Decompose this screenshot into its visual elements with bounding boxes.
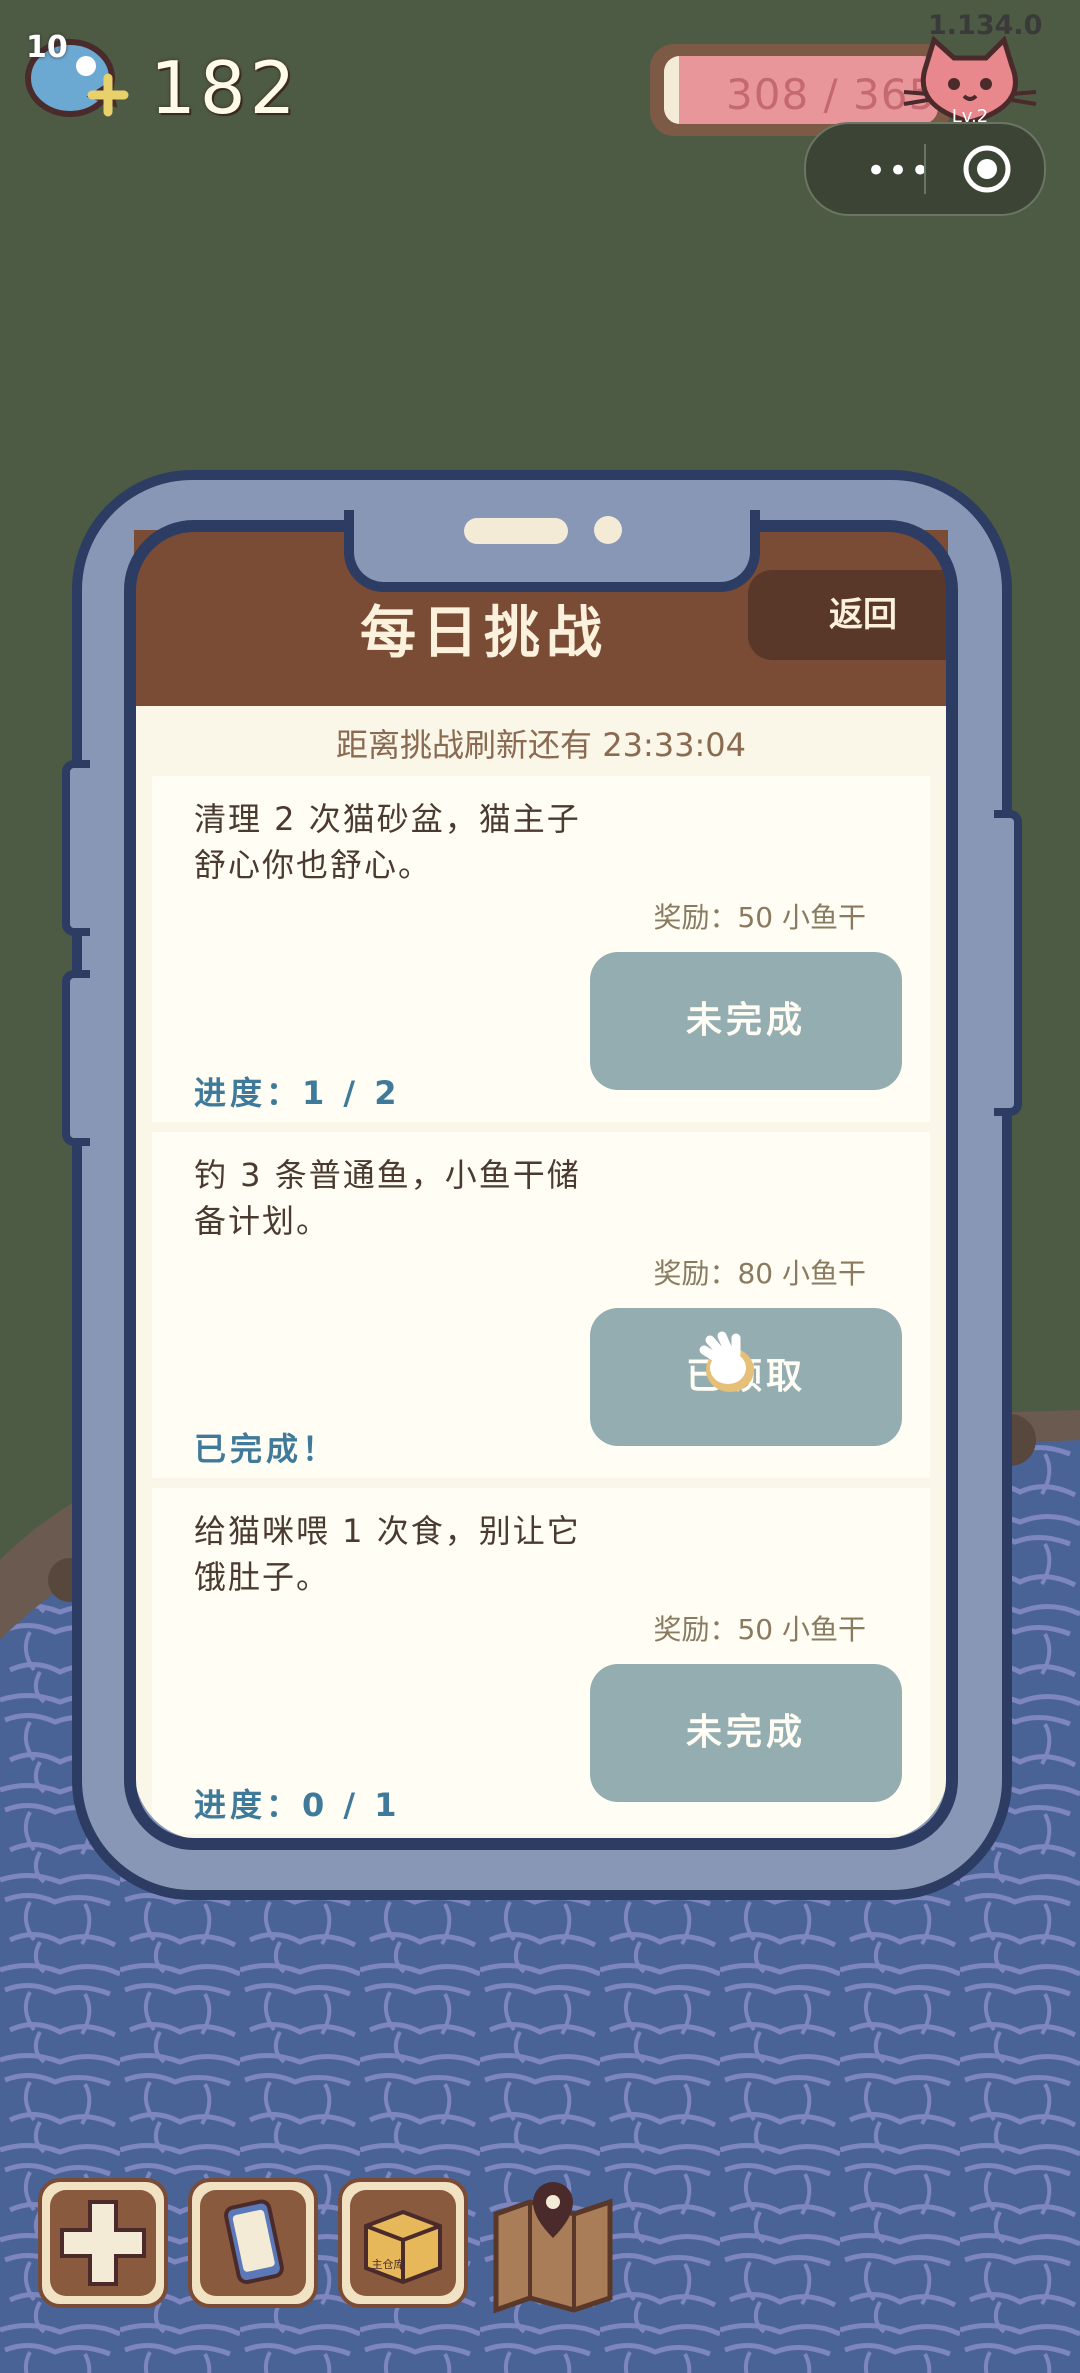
camera-icon: [594, 516, 622, 544]
phone-side-button: [994, 810, 1022, 1116]
dpad-icon: [60, 2200, 146, 2286]
phone-icon: [224, 2199, 284, 2285]
storage-button[interactable]: 主仓库: [338, 2178, 468, 2308]
box-label: 主仓库: [372, 2257, 405, 2271]
map-icon: [546, 2195, 560, 2209]
energy-bar-fill: 308 / 365: [664, 56, 938, 124]
map-button[interactable]: [488, 2174, 618, 2314]
box-icon: 主仓库: [364, 2209, 442, 2285]
screen-bezel: [124, 520, 958, 1850]
pointer-hand-icon: [699, 1331, 754, 1392]
phone-side-button: [62, 760, 90, 936]
more-dots-icon[interactable]: •••: [866, 154, 932, 188]
phone-side-button: [62, 970, 90, 1146]
fish-level-text: 10: [26, 30, 68, 65]
cat-level-icon[interactable]: Lv.2: [900, 36, 1040, 136]
miniprogram-capsule: •••: [804, 122, 1046, 216]
energy-bar-empty: [664, 56, 679, 124]
coin-count: 182: [150, 46, 300, 130]
dpad-button[interactable]: [38, 2178, 168, 2308]
speaker-icon: [464, 518, 568, 544]
target-icon[interactable]: [962, 144, 1012, 194]
capsule-divider: [924, 144, 926, 194]
phone-button[interactable]: [188, 2178, 318, 2308]
phone-notch: [344, 510, 760, 592]
